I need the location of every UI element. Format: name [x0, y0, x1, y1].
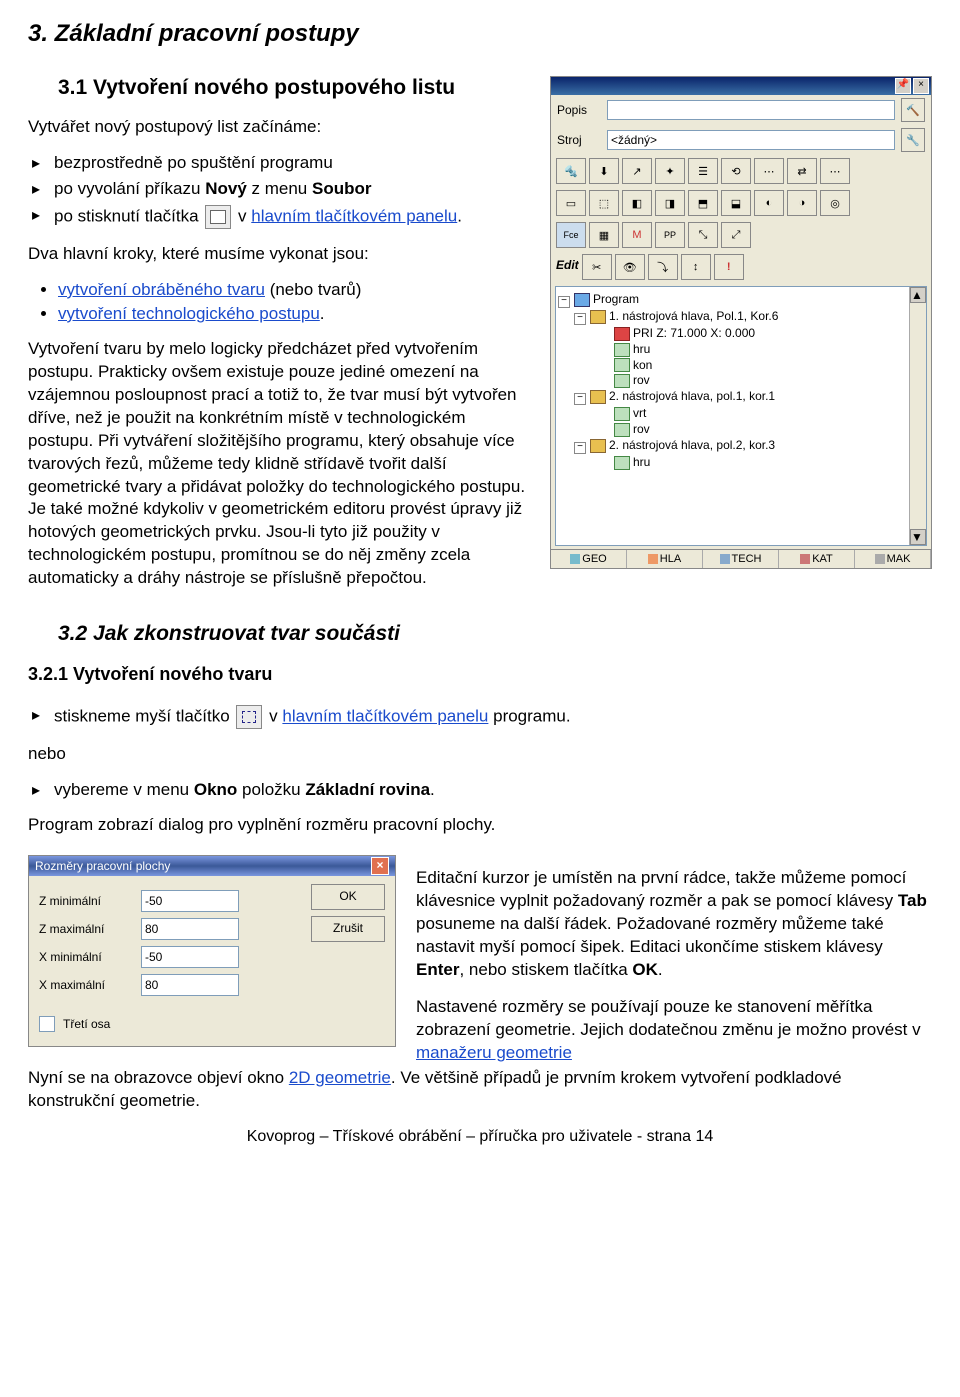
toolbar-edit: Edit ✂ 👁 ⤵ ↕ !	[551, 251, 931, 283]
dialog-titlebar: Rozměry pracovní plochy ×	[29, 856, 395, 876]
scrollbar[interactable]: ▲▼	[909, 287, 926, 545]
link-main-toolbar[interactable]: hlavním tlačítkovém panelu	[251, 206, 457, 225]
tree-program[interactable]: Program	[593, 292, 639, 306]
close-icon[interactable]: ×	[371, 857, 389, 875]
link-geometry-manager[interactable]: manažeru geometrie	[416, 1043, 572, 1062]
cancel-button[interactable]: Zrušit	[311, 916, 385, 942]
edit-label: Edit	[556, 254, 579, 280]
link-create-tech[interactable]: vytvoření technologického postupu	[58, 304, 320, 323]
label-popis: Popis	[557, 103, 601, 117]
label-zmax: Z maximální	[39, 922, 133, 936]
excl-icon[interactable]: !	[714, 254, 744, 280]
link-create-shape[interactable]: vytvoření obráběného tvaru	[58, 280, 265, 299]
input-zmin[interactable]	[141, 890, 239, 912]
program-tree[interactable]: −Program −1. nástrojová hlava, Pol.1, Ko…	[555, 286, 927, 546]
close-icon[interactable]: ×	[913, 78, 929, 94]
panel-titlebar: 📌 ×	[551, 77, 931, 95]
input-stroj[interactable]	[607, 130, 895, 150]
link-main-toolbar[interactable]: hlavním tlačítkovém panelu	[282, 707, 488, 726]
tab-mak[interactable]: MAK	[855, 550, 931, 568]
label-xmin: X minimální	[39, 950, 133, 964]
dialog-title: Rozměry pracovní plochy	[35, 859, 170, 873]
heading-32: 3.2 Jak zkonstruovat tvar součásti	[28, 622, 932, 646]
program-panel: 📌 × Popis 🔨 Stroj 🔧 🔩 ⬇ ↗ ✦ ☰ ⟲ ⋯ ⇄ ⋯ ▭ …	[550, 76, 932, 569]
eye-icon[interactable]: 👁	[615, 254, 645, 280]
nebo: nebo	[28, 743, 932, 766]
tree-item[interactable]: 2. nástrojová hlava, pol.1, kor.1	[609, 389, 775, 403]
cut-icon[interactable]: ✂	[582, 254, 612, 280]
panel-tabs: GEO HLA TECH KAT MAK	[551, 549, 931, 568]
bullet-list-31: bezprostředně po spuštění programu po vy…	[28, 153, 932, 229]
tab-tech[interactable]: TECH	[703, 550, 779, 568]
label-zmin: Z minimální	[39, 894, 133, 908]
tree-item[interactable]: hru	[633, 455, 650, 469]
link-2d-geometry[interactable]: 2D geometrie	[289, 1068, 391, 1087]
input-popis[interactable]	[607, 100, 895, 120]
tab-geo[interactable]: GEO	[551, 550, 627, 568]
tree-item[interactable]: rov	[633, 373, 650, 387]
list-item: po vyvolání příkazu Nový z menu Soubor	[54, 179, 932, 199]
bullet-list-32b: vybereme v menu Okno položku Základní ro…	[28, 780, 932, 800]
tree-item[interactable]: hru	[633, 342, 650, 356]
input-zmax[interactable]	[141, 918, 239, 940]
tree-item[interactable]: 1. nástrojová hlava, Pol.1, Kor.6	[609, 309, 778, 323]
list-item: stiskneme myší tlačítko v hlavním tlačít…	[54, 705, 932, 729]
checkbox-third-axis[interactable]	[39, 1016, 55, 1032]
page-footer: Kovoprog – Třískové obrábění – příručka …	[28, 1128, 932, 1146]
ok-button[interactable]: OK	[311, 884, 385, 910]
tree-item[interactable]: vrt	[633, 406, 646, 420]
tab-kat[interactable]: KAT	[779, 550, 855, 568]
tree-item[interactable]: 2. nástrojová hlava, pol.2, kor.3	[609, 438, 775, 452]
pin-icon[interactable]: 📌	[895, 78, 911, 94]
heading-321: 3.2.1 Vytvoření nového tvaru	[28, 664, 932, 685]
heading-main: 3. Základní pracovní postupy	[28, 20, 932, 48]
geometry-icon[interactable]	[236, 705, 262, 729]
tab-hla[interactable]: HLA	[627, 550, 703, 568]
tool-icon[interactable]: ⤵	[648, 254, 678, 280]
input-xmax[interactable]	[141, 974, 239, 996]
hammer-icon[interactable]: 🔨	[901, 98, 925, 122]
input-xmin[interactable]	[141, 946, 239, 968]
list-item: bezprostředně po spuštění programu	[54, 153, 932, 173]
wrench-icon[interactable]: 🔧	[901, 128, 925, 152]
tree-item[interactable]: kon	[633, 358, 652, 372]
label-xmax: X maximální	[39, 978, 133, 992]
list-item: po stisknutí tlačítka v hlavním tlačítko…	[54, 205, 932, 229]
paragraph-final: Nyní se na obrazovce objeví okno 2D geom…	[28, 1067, 932, 1113]
tree-item[interactable]: PRI Z: 71.000 X: 0.000	[633, 326, 755, 340]
tool-icon[interactable]: ↕	[681, 254, 711, 280]
list-item: vybereme v menu Okno položku Základní ro…	[54, 780, 932, 800]
label-third-axis: Třetí osa	[63, 1017, 110, 1031]
dialog-workspace-size: Rozměry pracovní plochy × Z minimální Z …	[28, 855, 396, 1047]
bullet-list-32a: stiskneme myší tlačítko v hlavním tlačít…	[28, 705, 932, 729]
tree-item[interactable]: rov	[633, 422, 650, 436]
after-32: Program zobrazí dialog pro vyplnění rozm…	[28, 814, 932, 837]
label-stroj: Stroj	[557, 133, 601, 147]
new-file-icon[interactable]	[205, 205, 231, 229]
